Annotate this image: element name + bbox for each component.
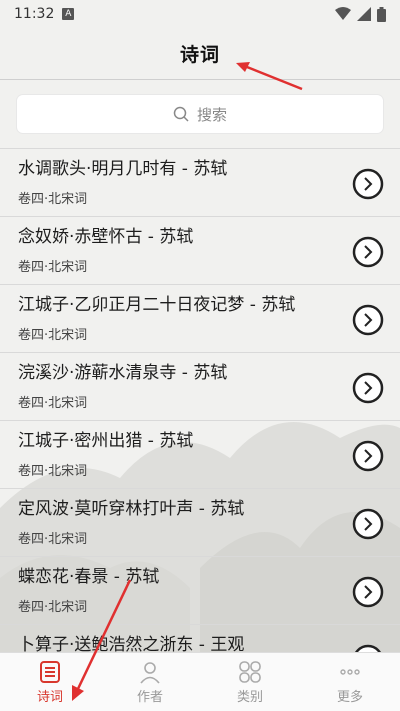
poem-title: 定风波·莫听穿林打叶声 - 苏轼 — [18, 499, 245, 519]
search-icon — [173, 106, 189, 122]
poem-collection: 卷四·北宋词 — [18, 260, 88, 275]
poem-collection: 卷四·北宋词 — [18, 600, 88, 615]
poem-collection: 卷四·北宋词 — [18, 396, 88, 411]
chevron-right-icon[interactable] — [352, 644, 384, 652]
chevron-right-icon[interactable] — [352, 372, 384, 404]
wifi-icon — [335, 7, 351, 20]
poem-title: 江城子·乙卯正月二十日夜记梦 - 苏轼 — [18, 295, 296, 315]
poem-title: 江城子·密州出猎 - 苏轼 — [18, 431, 194, 451]
bottom-tab-bar: 诗词 作者 类别 更多 — [0, 652, 400, 711]
chevron-right-icon[interactable] — [352, 236, 384, 268]
tab-label: 诗词 — [36, 689, 63, 705]
tab-more[interactable]: 更多 — [300, 653, 400, 711]
tab-label: 类别 — [236, 689, 263, 705]
poem-title: 蝶恋花·春景 - 苏轼 — [18, 567, 160, 587]
more-icon — [340, 668, 360, 675]
poem-icon — [40, 660, 60, 683]
poem-title: 水调歌头·明月几时有 - 苏轼 — [18, 159, 228, 179]
poem-collection: 卷四·北宋词 — [18, 328, 88, 343]
list-item[interactable]: 江城子·密州出猎 - 苏轼 卷四·北宋词 — [0, 420, 400, 488]
tab-categories[interactable]: 类别 — [200, 653, 300, 711]
tab-label: 作者 — [136, 689, 163, 705]
list-item[interactable]: 水调歌头·明月几时有 - 苏轼 卷四·北宋词 — [0, 148, 400, 216]
list-item[interactable]: 念奴娇·赤壁怀古 - 苏轼 卷四·北宋词 — [0, 216, 400, 284]
app-header: 诗词 — [0, 28, 400, 80]
search-placeholder: 搜索 — [196, 105, 227, 124]
category-icon — [239, 660, 261, 683]
chevron-right-icon[interactable] — [352, 508, 384, 540]
poem-collection: 卷四·北宋词 — [18, 532, 88, 547]
signal-icon — [357, 7, 371, 21]
chevron-right-icon[interactable] — [352, 440, 384, 472]
status-time: 11:32 — [14, 6, 55, 22]
poem-collection: 卷四·北宋词 — [18, 192, 88, 207]
poem-collection: 卷四·北宋词 — [18, 464, 88, 479]
poem-title: 浣溪沙·游蕲水清泉寺 - 苏轼 — [18, 363, 228, 383]
chevron-right-icon[interactable] — [352, 168, 384, 200]
list-item[interactable]: 定风波·莫听穿林打叶声 - 苏轼 卷四·北宋词 — [0, 488, 400, 556]
chevron-right-icon[interactable] — [352, 576, 384, 608]
status-bar: 11:32 A — [0, 0, 400, 28]
chevron-right-icon[interactable] — [352, 304, 384, 336]
poem-title: 卜算子·送鲍浩然之浙东 - 王观 — [18, 635, 245, 652]
author-icon — [140, 661, 160, 684]
list-item[interactable]: 卜算子·送鲍浩然之浙东 - 王观 — [0, 624, 400, 652]
notification-badge: A — [62, 8, 75, 20]
page-title: 诗词 — [179, 44, 220, 66]
poem-list: 水调歌头·明月几时有 - 苏轼 卷四·北宋词 念奴娇·赤壁怀古 - 苏轼 卷四·… — [0, 148, 400, 652]
list-item[interactable]: 蝶恋花·春景 - 苏轼 卷四·北宋词 — [0, 556, 400, 624]
list-item[interactable]: 浣溪沙·游蕲水清泉寺 - 苏轼 卷四·北宋词 — [0, 352, 400, 420]
tab-authors[interactable]: 作者 — [100, 653, 200, 711]
tab-label: 更多 — [336, 689, 363, 705]
search-container: 搜索 — [17, 95, 383, 133]
tab-poems[interactable]: 诗词 — [0, 653, 100, 711]
battery-icon — [377, 6, 386, 22]
poem-title: 念奴娇·赤壁怀古 - 苏轼 — [18, 227, 194, 247]
list-item[interactable]: 江城子·乙卯正月二十日夜记梦 - 苏轼 卷四·北宋词 — [0, 284, 400, 352]
search-input[interactable]: 搜索 — [17, 95, 383, 133]
